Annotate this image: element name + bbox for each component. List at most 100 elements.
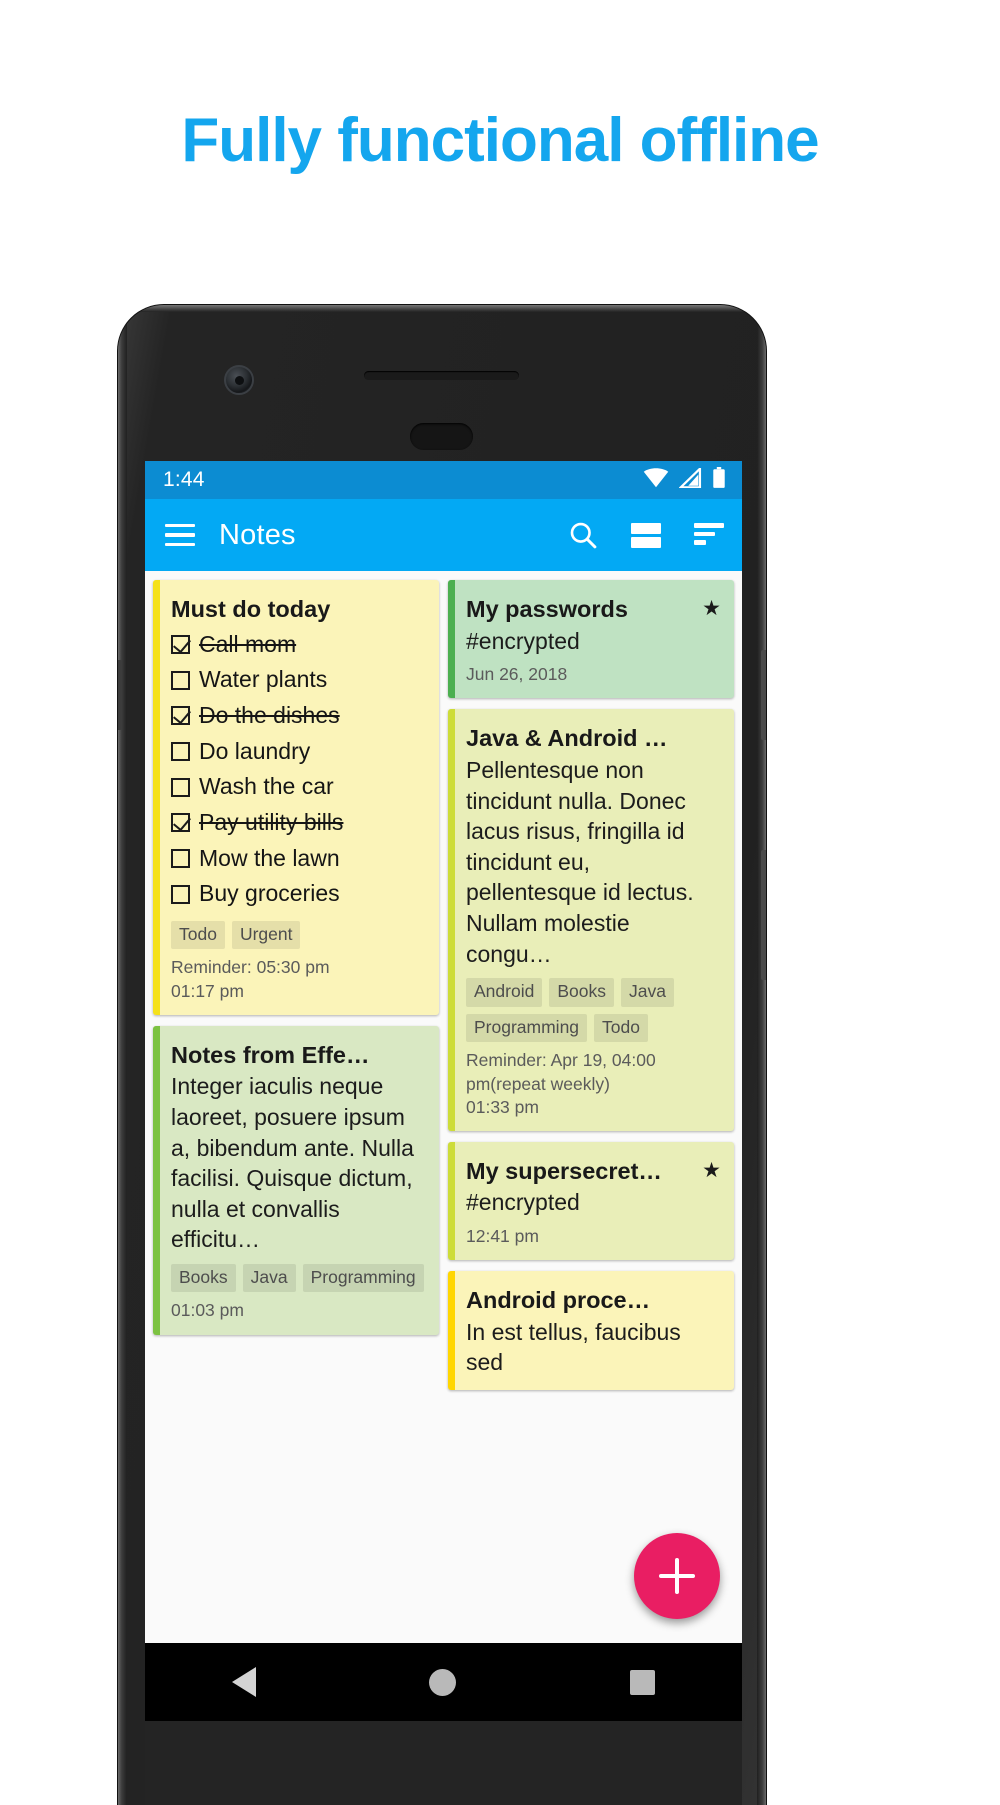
cell-signal-icon xyxy=(677,465,702,493)
recents-nav-icon[interactable] xyxy=(630,1669,656,1695)
checklist-item-label: Mow the lawn xyxy=(199,844,340,871)
note-tags: Android Books Java Programming Todo xyxy=(466,978,721,1043)
note-timestamp: 01:17 pm xyxy=(171,980,244,1001)
wifi-icon xyxy=(643,467,669,493)
sort-icon[interactable] xyxy=(694,523,724,547)
note-reminder: Reminder: 05:30 pm xyxy=(171,957,330,978)
checkbox-checked-icon[interactable] xyxy=(171,813,190,833)
checklist-item[interactable]: Water plants xyxy=(171,662,426,698)
note-tag[interactable]: Todo xyxy=(594,1013,648,1043)
checklist-item-label: Wash the car xyxy=(199,773,334,800)
note-body: Pellentesque non tincidunt nulla. Donec … xyxy=(466,757,694,967)
note-title: Notes from Effe… xyxy=(171,1041,370,1068)
note-color-stripe xyxy=(448,1141,455,1261)
phone-device-frame: 1:44 Notes Must do today Call mom Water … xyxy=(118,305,766,1805)
note-reminder: Reminder: Apr 19, 04:00 pm(repeat weekly… xyxy=(466,1050,656,1094)
notes-column-left: Must do today Call mom Water plants Do the … xyxy=(153,580,439,1643)
note-color-stripe xyxy=(448,709,455,1131)
note-color-stripe xyxy=(153,580,160,1015)
hamburger-menu-icon[interactable] xyxy=(165,524,195,546)
note-card[interactable]: Android proce… In est tellus, faucibus se… xyxy=(448,1271,734,1390)
checklist-item-label: Pay utility bills xyxy=(199,808,344,835)
note-timestamp: Jun 26, 2018 xyxy=(466,664,568,685)
note-tag[interactable]: Programming xyxy=(302,1263,424,1293)
home-nav-icon[interactable] xyxy=(429,1668,457,1696)
note-title: Must do today xyxy=(171,596,331,622)
checklist-item[interactable]: Do the dishes xyxy=(171,698,426,734)
status-icons xyxy=(643,465,726,494)
note-tags: Books Java Programming xyxy=(171,1263,426,1293)
note-timestamp: 01:33 pm xyxy=(466,1096,539,1117)
checkbox-unchecked-icon[interactable] xyxy=(171,884,190,904)
power-button[interactable] xyxy=(761,650,766,740)
note-card[interactable]: Java & Android … Pellentesque non tincidu… xyxy=(448,709,734,1131)
note-tag[interactable]: Books xyxy=(171,1263,236,1293)
checklist-item[interactable]: Wash the car xyxy=(171,769,426,805)
checkbox-checked-icon[interactable] xyxy=(171,635,190,655)
checklist-item-label: Water plants xyxy=(199,666,328,693)
note-title-row: My supersecret… ★ xyxy=(466,1158,721,1188)
phone-chin xyxy=(145,1721,742,1805)
note-body: #encrypted xyxy=(466,627,580,654)
volume-button[interactable] xyxy=(761,850,766,980)
note-tag[interactable]: Java xyxy=(620,978,674,1007)
search-icon[interactable] xyxy=(568,520,598,550)
note-tag[interactable]: Todo xyxy=(171,920,225,950)
battery-icon xyxy=(712,466,726,494)
checklist-item[interactable]: Call mom xyxy=(171,627,426,663)
note-tag[interactable]: Android xyxy=(466,978,543,1007)
note-body: In est tellus, faucibus sed xyxy=(466,1318,681,1376)
checklist-item-label: Do laundry xyxy=(199,737,311,764)
star-icon[interactable]: ★ xyxy=(702,1158,721,1183)
note-title: Java & Android … xyxy=(466,725,668,752)
note-title-row: Notes from Effe… xyxy=(171,1042,426,1072)
app-bar-actions xyxy=(568,520,724,550)
checkbox-unchecked-icon[interactable] xyxy=(171,848,190,868)
note-checklist: Call mom Water plants Do the dishes Do laun… xyxy=(171,627,426,912)
note-color-stripe xyxy=(153,1025,160,1335)
phone-bezel-right xyxy=(757,305,766,1805)
checklist-item[interactable]: Mow the lawn xyxy=(171,841,426,877)
note-title-row: Java & Android … xyxy=(466,725,721,755)
note-tag[interactable]: Books xyxy=(549,978,614,1007)
note-tag[interactable]: Java xyxy=(242,1263,296,1293)
checklist-item[interactable]: Buy groceries xyxy=(171,876,426,912)
star-icon[interactable]: ★ xyxy=(702,596,721,621)
phone-bezel-left xyxy=(118,305,127,1805)
note-tag[interactable]: Urgent xyxy=(231,920,301,950)
notes-list[interactable]: Must do today Call mom Water plants Do the … xyxy=(145,571,742,1643)
checklist-item[interactable]: Pay utility bills xyxy=(171,805,426,841)
note-timestamp: 01:03 pm xyxy=(171,1300,244,1321)
notes-column-right: My passwords ★ #encrypted Jun 26, 2018 Java … xyxy=(448,580,734,1643)
checkbox-unchecked-icon[interactable] xyxy=(171,670,190,690)
note-title-row: Must do today xyxy=(171,596,426,626)
note-timestamp: 12:41 pm xyxy=(466,1225,539,1246)
note-color-stripe xyxy=(448,1271,455,1390)
add-note-fab[interactable] xyxy=(634,1533,720,1619)
checklist-item[interactable]: Do laundry xyxy=(171,734,426,770)
note-title: Android proce… xyxy=(466,1287,651,1314)
checkbox-unchecked-icon[interactable] xyxy=(171,741,190,761)
note-title-row: My passwords ★ xyxy=(466,596,721,626)
note-color-stripe xyxy=(448,580,455,699)
checklist-item-label: Buy groceries xyxy=(199,880,340,907)
page-title: Fully functional offline xyxy=(181,106,819,175)
status-bar: 1:44 xyxy=(145,461,742,499)
app-bar: Notes xyxy=(145,499,742,571)
note-card[interactable]: My passwords ★ #encrypted Jun 26, 2018 xyxy=(448,580,734,699)
earpiece-speaker xyxy=(410,423,473,450)
layout-icon[interactable] xyxy=(631,522,661,548)
checklist-item-label: Call mom xyxy=(199,630,297,657)
checklist-item-label: Do the dishes xyxy=(199,702,340,728)
checkbox-checked-icon[interactable] xyxy=(171,706,190,726)
note-card[interactable]: My supersecret… ★ #encrypted 12:41 pm xyxy=(448,1141,734,1261)
note-title: My passwords xyxy=(466,596,628,622)
back-nav-icon[interactable] xyxy=(231,1667,256,1697)
checkbox-unchecked-icon[interactable] xyxy=(171,777,190,797)
note-body: #encrypted xyxy=(466,1189,580,1216)
note-card[interactable]: Notes from Effe… Integer iaculis neque la… xyxy=(153,1025,439,1335)
note-card[interactable]: Must do today Call mom Water plants Do the … xyxy=(153,580,439,1015)
note-title-row: Android proce… xyxy=(466,1287,721,1317)
app-title: Notes xyxy=(219,518,296,551)
note-tag[interactable]: Programming xyxy=(466,1013,588,1043)
